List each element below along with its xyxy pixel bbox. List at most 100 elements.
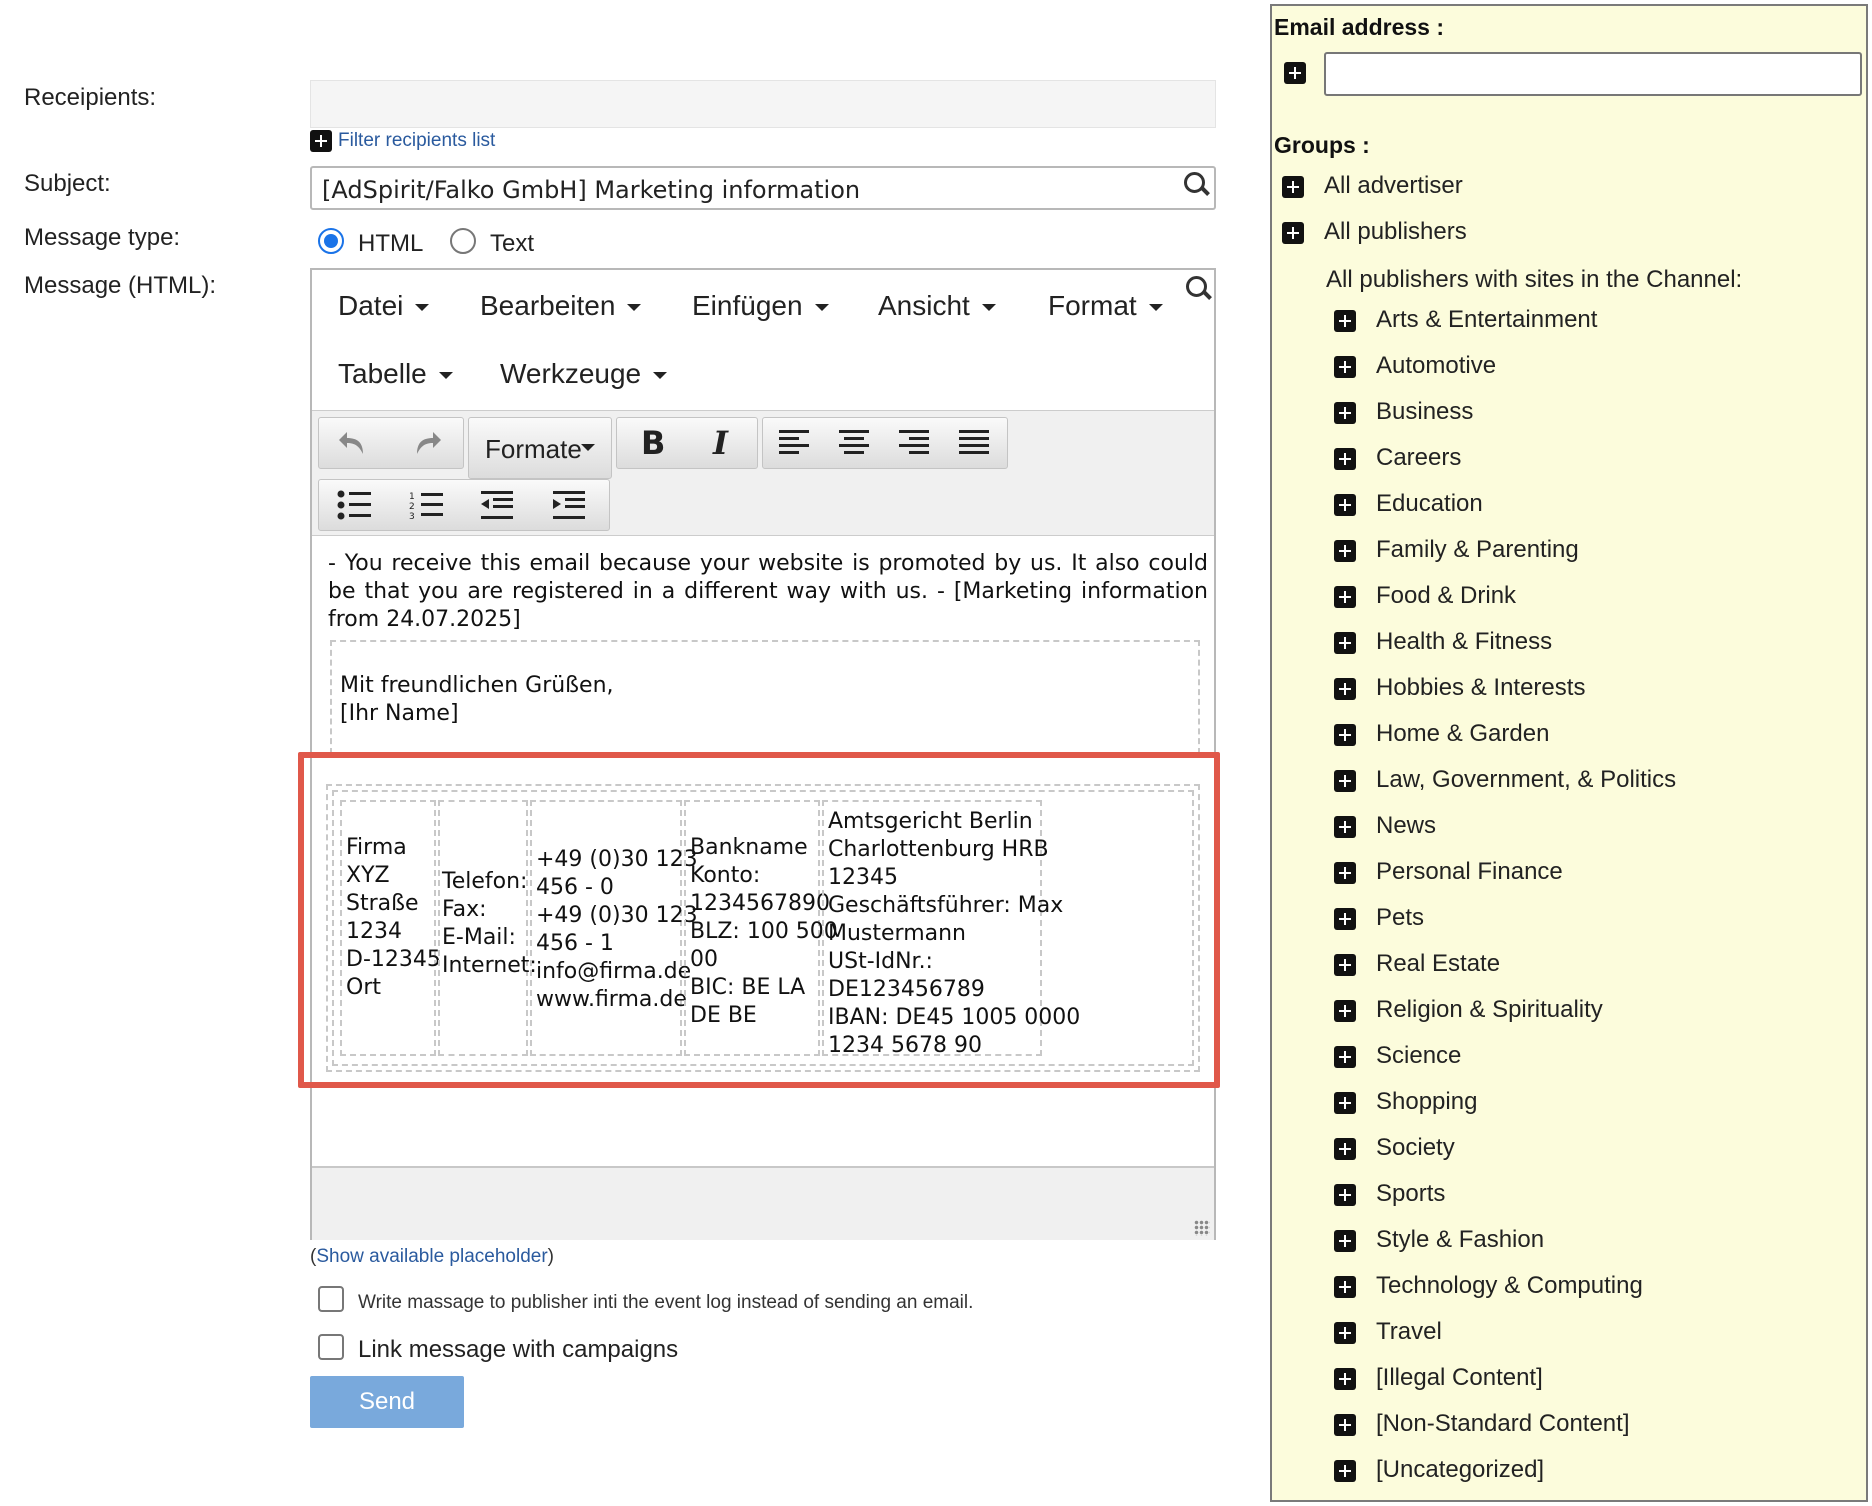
channel-item[interactable]: [Non-Standard Content] bbox=[1334, 1410, 1630, 1438]
radio-html-label[interactable]: HTML bbox=[358, 230, 423, 258]
channel-item[interactable]: Law, Government, & Politics bbox=[1334, 766, 1676, 794]
editor-toolbar: Formate B I 1 2 3 bbox=[312, 410, 1214, 536]
channel-item[interactable]: Personal Finance bbox=[1334, 858, 1563, 886]
search-icon[interactable] bbox=[1184, 172, 1210, 198]
channel-item[interactable]: Careers bbox=[1334, 444, 1461, 472]
plus-icon bbox=[1334, 1183, 1356, 1206]
group-all-publishers[interactable]: All publishers bbox=[1282, 218, 1467, 246]
channel-label: Religion & Spirituality bbox=[1376, 996, 1603, 1023]
channel-item[interactable]: Real Estate bbox=[1334, 950, 1500, 978]
link-campaigns-checkbox[interactable] bbox=[318, 1334, 344, 1360]
redo-button[interactable] bbox=[391, 418, 463, 468]
undo-icon bbox=[339, 432, 363, 454]
event-log-label[interactable]: Write massage to publisher inti the even… bbox=[358, 1292, 973, 1314]
channel-item[interactable]: Science bbox=[1334, 1042, 1461, 1070]
group-all-advertiser[interactable]: All advertiser bbox=[1282, 172, 1463, 200]
channel-item[interactable]: Style & Fashion bbox=[1334, 1226, 1544, 1254]
numbered-list-button[interactable]: 123 bbox=[391, 480, 463, 530]
event-log-checkbox[interactable] bbox=[318, 1286, 344, 1312]
plus-icon bbox=[1334, 1413, 1356, 1436]
align-justify-button[interactable] bbox=[943, 418, 1003, 468]
channel-item[interactable]: Automotive bbox=[1334, 352, 1496, 380]
radio-text-label[interactable]: Text bbox=[490, 230, 534, 258]
menu-bearbeiten[interactable]: Bearbeiten bbox=[480, 290, 642, 322]
plus-icon bbox=[1334, 585, 1356, 608]
menu-ansicht[interactable]: Ansicht bbox=[878, 290, 996, 322]
align-center-button[interactable] bbox=[823, 418, 883, 468]
channel-label: [Uncategorized] bbox=[1376, 1456, 1545, 1483]
channel-item[interactable]: Home & Garden bbox=[1334, 720, 1549, 748]
channel-label: Automotive bbox=[1376, 352, 1497, 379]
add-email-plus-icon[interactable] bbox=[1284, 62, 1306, 84]
undo-button[interactable] bbox=[319, 418, 391, 468]
plus-icon bbox=[1334, 1459, 1356, 1482]
align-left-button[interactable] bbox=[763, 418, 823, 468]
filter-recipients-link[interactable]: Filter recipients list bbox=[310, 130, 495, 152]
resize-handle-icon[interactable] bbox=[1194, 1220, 1210, 1236]
channel-label: Home & Garden bbox=[1376, 720, 1550, 747]
chevron-down-icon bbox=[438, 372, 453, 380]
channel-item[interactable]: Pets bbox=[1334, 904, 1424, 932]
channel-label: Health & Fitness bbox=[1376, 628, 1553, 655]
channel-item[interactable]: Society bbox=[1334, 1134, 1455, 1162]
menu-format[interactable]: Format bbox=[1048, 290, 1163, 322]
menu-einfuegen[interactable]: Einfügen bbox=[692, 290, 829, 322]
radio-html[interactable] bbox=[318, 228, 344, 254]
channel-item[interactable]: Business bbox=[1334, 398, 1473, 426]
signature-box: Mit freundlichen Grüßen, [Ihr Name] bbox=[330, 640, 1200, 754]
editor-menubar: Datei Bearbeiten Einfügen Ansicht Format… bbox=[312, 270, 1214, 408]
menu-datei[interactable]: Datei bbox=[338, 290, 430, 322]
plus-icon bbox=[1334, 677, 1356, 700]
menu-tabelle[interactable]: Tabelle bbox=[338, 358, 453, 390]
radio-text[interactable] bbox=[450, 228, 476, 254]
indent-button[interactable] bbox=[535, 480, 607, 530]
bold-button[interactable]: B bbox=[617, 418, 689, 468]
channel-item[interactable]: Food & Drink bbox=[1334, 582, 1516, 610]
recipients-field[interactable] bbox=[310, 80, 1216, 128]
channel-item[interactable]: Arts & Entertainment bbox=[1334, 306, 1597, 334]
channel-item[interactable]: News bbox=[1334, 812, 1436, 840]
bullet-list-icon bbox=[337, 490, 371, 520]
channel-item[interactable]: Travel bbox=[1334, 1318, 1442, 1346]
recipient-selector-panel: Email address : Groups : All advertiser … bbox=[1270, 4, 1868, 1502]
channel-label: Arts & Entertainment bbox=[1376, 306, 1598, 333]
italic-button[interactable]: I bbox=[687, 418, 759, 468]
channel-item[interactable]: [Uncategorized] bbox=[1334, 1456, 1544, 1484]
signature-name: [Ihr Name] bbox=[340, 701, 459, 726]
align-right-button[interactable] bbox=[883, 418, 943, 468]
send-button[interactable]: Send bbox=[310, 1376, 464, 1428]
plus-icon bbox=[1334, 1091, 1356, 1114]
subject-input[interactable]: [AdSpirit/Falko GmbH] Marketing informat… bbox=[310, 166, 1216, 210]
plus-icon bbox=[1334, 769, 1356, 792]
signature-greeting: Mit freundlichen Grüßen, bbox=[340, 673, 614, 698]
align-group bbox=[762, 417, 1008, 469]
show-placeholder-link[interactable]: Show available placeholder bbox=[316, 1246, 547, 1267]
outdent-button[interactable] bbox=[463, 480, 535, 530]
channel-item[interactable]: Shopping bbox=[1334, 1088, 1477, 1116]
email-address-input[interactable] bbox=[1324, 52, 1862, 96]
channel-item[interactable]: [Illegal Content] bbox=[1334, 1364, 1543, 1392]
channel-item[interactable]: Family & Parenting bbox=[1334, 536, 1579, 564]
channel-item[interactable]: Religion & Spirituality bbox=[1334, 996, 1603, 1024]
plus-icon bbox=[1334, 401, 1356, 424]
channel-item[interactable]: Health & Fitness bbox=[1334, 628, 1552, 656]
highlight-box bbox=[298, 752, 1220, 1088]
menu-werkzeuge[interactable]: Werkzeuge bbox=[500, 358, 668, 390]
editor-search-icon[interactable] bbox=[1186, 276, 1212, 302]
channel-label: Family & Parenting bbox=[1376, 536, 1579, 563]
plus-icon bbox=[1334, 493, 1356, 516]
bullet-list-button[interactable] bbox=[319, 480, 391, 530]
channel-item[interactable]: Technology & Computing bbox=[1334, 1272, 1643, 1300]
link-campaigns-label[interactable]: Link message with campaigns bbox=[358, 1336, 678, 1364]
channel-item[interactable]: Sports bbox=[1334, 1180, 1445, 1208]
message-label: Message (HTML): bbox=[24, 272, 217, 299]
plus-icon bbox=[1334, 355, 1356, 378]
plus-icon bbox=[1334, 861, 1356, 884]
channel-item[interactable]: Education bbox=[1334, 490, 1483, 518]
filter-recipients-text[interactable]: Filter recipients list bbox=[338, 130, 495, 151]
formats-dropdown[interactable]: Formate bbox=[468, 417, 612, 479]
channel-label: [Illegal Content] bbox=[1376, 1364, 1543, 1391]
channel-item[interactable]: Hobbies & Interests bbox=[1334, 674, 1585, 702]
align-right-icon bbox=[899, 430, 929, 454]
intro-text: - You receive this email because your we… bbox=[328, 551, 1208, 632]
